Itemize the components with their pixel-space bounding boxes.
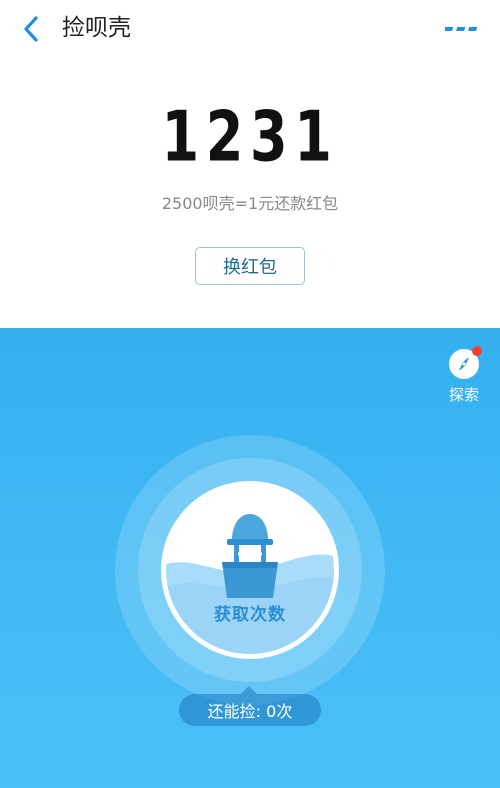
- page-title: 捡呗壳: [62, 15, 131, 41]
- notification-dot: [472, 346, 482, 356]
- balance-section: 1231 2500呗壳=1元还款红包 换红包: [0, 56, 500, 328]
- more-dots-icon: [445, 27, 478, 31]
- pick-area: 探索 获取次数 还能捡: 0次: [0, 328, 500, 788]
- get-count-button[interactable]: 获取次数: [161, 481, 339, 659]
- back-button[interactable]: [14, 12, 48, 46]
- explore-label: 探索: [448, 386, 479, 404]
- remaining-count-badge: 还能捡: 0次: [179, 694, 321, 726]
- more-button[interactable]: [442, 14, 482, 44]
- pill-pointer: [241, 686, 257, 694]
- redeem-red-packet-button[interactable]: 换红包: [195, 247, 305, 285]
- chevron-left-icon: [24, 16, 38, 42]
- shell-balance: 1231: [161, 95, 339, 178]
- top-bar: 捡呗壳: [0, 0, 500, 56]
- explore-button[interactable]: 探索: [444, 346, 484, 408]
- get-count-label: 获取次数: [214, 605, 286, 625]
- exchange-rate-text: 2500呗壳=1元还款红包: [161, 194, 339, 213]
- basket-icon: [222, 514, 278, 598]
